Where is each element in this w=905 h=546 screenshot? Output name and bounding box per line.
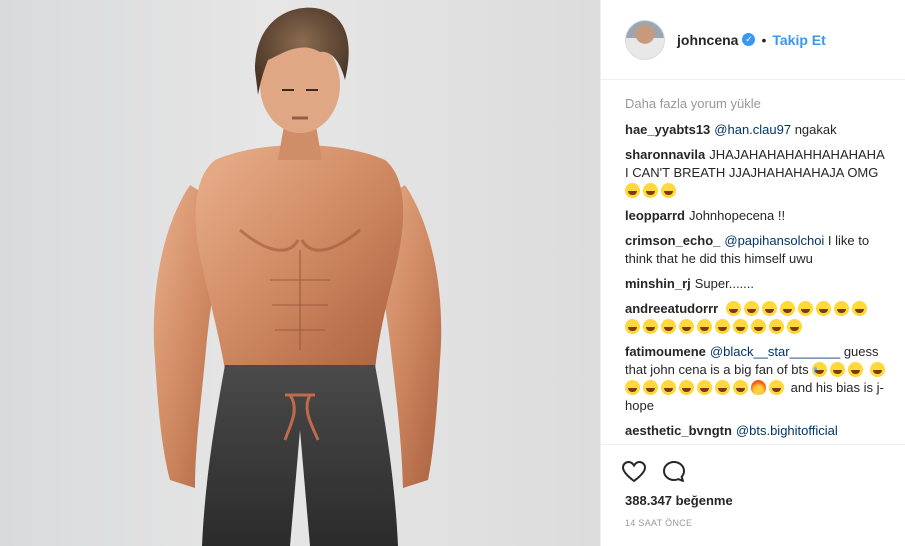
laughing-emoji-icon [851,301,867,316]
comment-text: Johnhopecena !! [688,208,786,223]
laughing-emoji-icon [751,319,766,334]
comment-item: fatimoumene @black__star_______ guess tha… [625,343,889,415]
avatar[interactable] [625,19,665,60]
laughing-emoji-icon [697,319,712,334]
comment-username[interactable]: minshin_rj [625,276,691,291]
laughing-emoji-icon [643,380,658,395]
laughing-emoji-icon [779,301,795,316]
post-header: johncena ✓ • Takip Et [601,0,905,80]
heart-icon[interactable] [621,459,647,485]
post-photo-illustration [153,7,442,546]
comment-item: andreeatudorrr [625,300,889,336]
laughing-emoji-icon [625,380,640,395]
header-separator: • [761,31,767,48]
comment-item: leopparrd Johnhopecena !! [625,207,889,225]
follow-button[interactable]: Takip Et [772,32,825,48]
laughing-emoji-icon [625,183,640,198]
laughing-emoji-icon [787,319,802,334]
laughing-emoji-icon [661,183,676,198]
comment-username[interactable]: crimson_echo_ [625,233,720,248]
post-image[interactable] [0,0,600,546]
comment-icon[interactable] [661,459,687,485]
post-sidebar: johncena ✓ • Takip Et Daha fazla yorum y… [600,0,905,546]
comment-username[interactable]: leopparrd [625,208,685,223]
comment-text: ngakak [791,122,837,137]
load-more-comments-link[interactable]: Daha fazla yorum yükle [625,96,889,111]
laughing-emoji-icon [697,380,712,395]
laughing-emoji-icon [661,380,676,395]
comment-mention[interactable]: @black__star_______ [710,344,840,359]
comment-item: minshin_rj Super....... [625,275,889,293]
laughing-emoji-icon [769,380,784,395]
crying-emoji-icon [812,362,828,377]
laughing-emoji-icon [743,301,759,316]
comment-username[interactable]: fatimoumene [625,344,706,359]
laughing-emoji-icon [643,319,658,334]
comments-list: Daha fazla yorum yükle hae_yyabts13 @han.… [625,80,889,444]
laughing-emoji-icon [715,380,730,395]
comment-item: aesthetic_bvngtn @bts.bighitofficial [625,422,889,440]
laughing-emoji-icon [661,319,676,334]
header-username[interactable]: johncena [677,32,738,48]
like-count[interactable]: 388.347 beğenme [617,493,890,508]
comment-username[interactable]: aesthetic_bvngtn [625,423,732,438]
laughing-emoji-icon [815,301,831,316]
comment-mention[interactable]: @han.clau97 [714,122,791,137]
post-actions: 388.347 beğenme 14 SAAT ÖNCE [601,444,905,546]
laughing-emoji-icon [733,380,748,395]
comment-mention[interactable]: @papihansolchoi [724,233,824,248]
laughing-emoji-icon [769,319,784,334]
comment-item: hae_yyabts13 @han.clau97 ngakak [625,121,889,139]
post-timestamp[interactable]: 14 SAAT ÖNCE [617,518,890,528]
laughing-emoji-icon [643,183,658,198]
laughing-emoji-icon [715,319,730,334]
laughing-emoji-icon [830,362,846,377]
laughing-emoji-icon [733,319,748,334]
laughing-emoji-icon [848,362,864,377]
laughing-emoji-icon [679,380,694,395]
comment-username[interactable]: sharonnavila [625,147,705,162]
verified-badge-icon: ✓ [742,33,756,46]
comment-item: crimson_echo_ @papihansolchoi I like to t… [625,232,889,268]
fire-emoji-icon [751,380,766,395]
action-icons-row [617,453,890,491]
laughing-emoji-icon [797,301,813,316]
laughing-emoji-icon [679,319,694,334]
comment-item: sharonnavila JHAJAHAHAHAHHAHAHAHA I CAN'T… [625,146,889,200]
comment-mention[interactable]: @bts.bighitofficial [736,423,838,438]
comment-username[interactable]: hae_yyabts13 [625,122,710,137]
laughing-emoji-icon [725,301,741,316]
laughing-emoji-icon [761,301,777,316]
comment-text: Super....... [694,276,755,291]
laughing-emoji-icon [869,362,885,377]
laughing-emoji-icon [833,301,849,316]
laughing-emoji-icon [625,319,640,334]
comment-username[interactable]: andreeatudorrr [625,301,718,316]
